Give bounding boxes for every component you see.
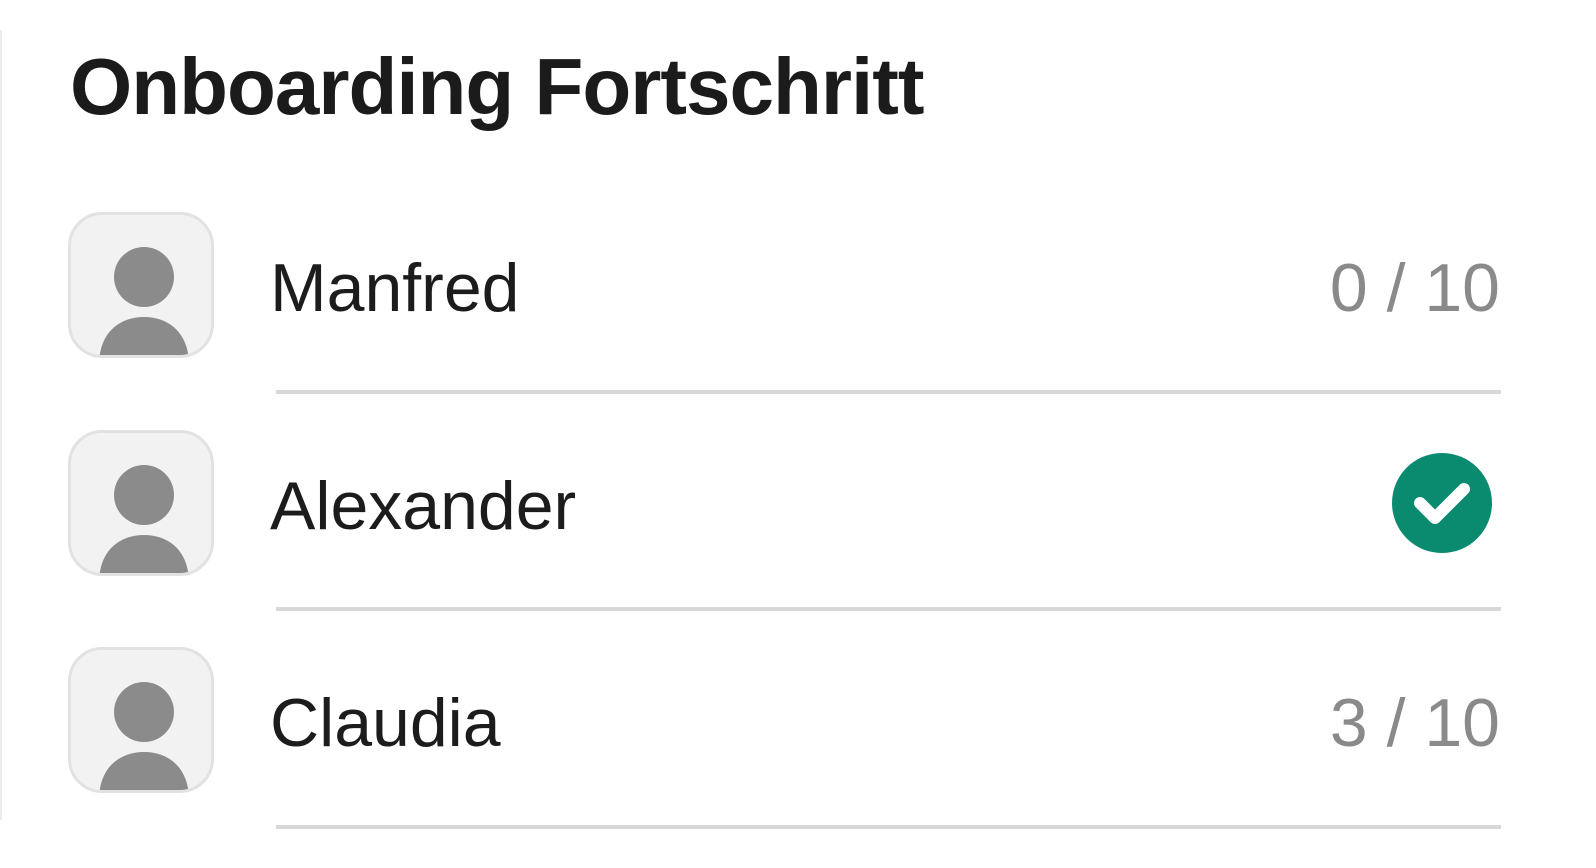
member-name: Claudia	[270, 685, 501, 761]
list-item-claudia[interactable]: Claudia 3 / 10	[0, 435, 1596, 793]
person-placeholder-icon	[99, 682, 189, 790]
row-divider	[276, 825, 1501, 829]
list-item-alexander[interactable]: Alexander	[0, 218, 1596, 576]
avatar	[68, 647, 214, 793]
list-item-manfred[interactable]: Manfred 0 / 10	[0, 0, 1596, 358]
progress-count: 3 / 10	[1329, 685, 1500, 761]
member-list: Manfred 0 / 10 Alexander Claudia 3 / 10	[0, 0, 1596, 868]
